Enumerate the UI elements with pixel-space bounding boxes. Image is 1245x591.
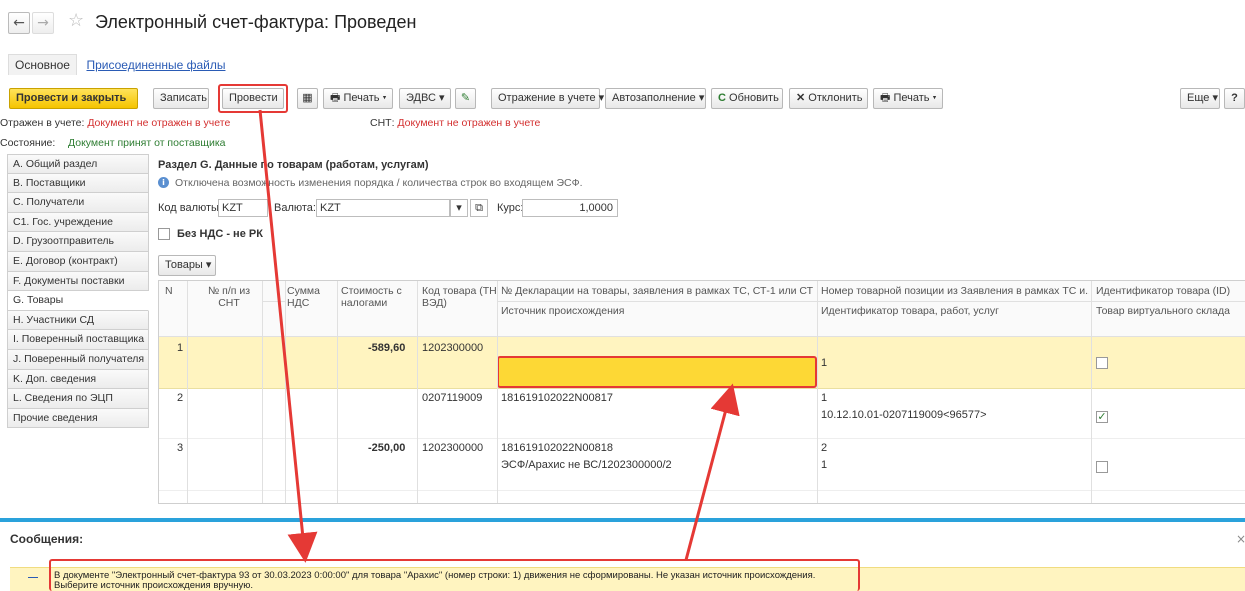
annotation-arrow-up (684, 383, 740, 561)
annotation-arrow-down (258, 109, 318, 563)
annotation-arrows (258, 109, 740, 563)
